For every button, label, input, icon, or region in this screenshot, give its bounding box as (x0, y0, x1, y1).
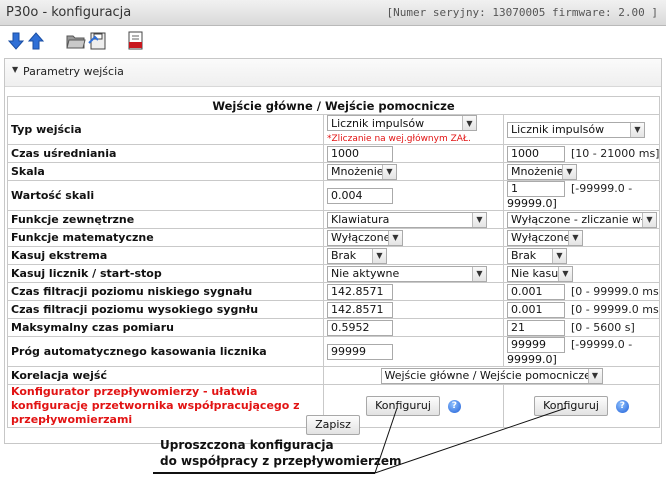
math-functions-main-select[interactable]: Wyłączone ▼ (327, 229, 403, 246)
threshold-main-input[interactable]: 99999 (327, 343, 393, 360)
annotation-underline (153, 472, 375, 474)
chevron-down-icon: ▼ (472, 212, 486, 227)
row-label: Funkcje matematyczne (7, 228, 324, 247)
configure-main-button[interactable]: Konfiguruj (366, 396, 440, 416)
high-filter-aux-input[interactable]: 0.001 (507, 301, 565, 318)
chevron-down-icon: ▼ (642, 212, 656, 227)
table-row: Maksymalny czas pomiaru 0.5952 21 [0 - 56… (7, 318, 661, 337)
row-label: Korelacja wejść (7, 366, 324, 385)
scale-main-select[interactable]: Mnożenie ▼ (327, 163, 397, 180)
save-button[interactable]: Zapisz (306, 415, 360, 435)
row-label: Typ wejścia (7, 114, 324, 145)
save-icon[interactable] (86, 29, 110, 53)
window-title: P30o - konfiguracja (6, 5, 132, 20)
clear-extrema-aux-select[interactable]: Brak ▼ (507, 247, 567, 264)
table-row: Kasuj licznik / start-stop Nie aktywne ▼ … (7, 264, 661, 283)
range-hint: [0 - 99999.0 ms] (571, 302, 660, 316)
annotation-text: Uproszczona konfiguracja do współpracy z… (160, 438, 402, 468)
table-row: Funkcje zewnętrzne Klawiatura ▼ Wyłączone… (7, 210, 661, 229)
serial-info: [Numer seryjny: 13070005 firmware: 2.00 … (386, 6, 658, 19)
chevron-down-icon: ▼ (558, 266, 572, 281)
averaging-time-aux-input[interactable]: 1000 (507, 145, 565, 162)
counting-note: *Zliczanie na wej.głównym ZAŁ. (327, 134, 471, 144)
scale-value-aux-input[interactable]: 1 (507, 181, 565, 197)
clear-counter-main-select[interactable]: Nie aktywne ▼ (327, 265, 487, 282)
correlation-select[interactable]: Wejście główne / Wejście pomocnicze ▼ (380, 367, 603, 384)
panel-title: Parametry wejścia (23, 65, 124, 78)
chevron-down-icon: ▼ (472, 266, 486, 281)
config-table: Wejście główne / Wejście pomocnicze Typ … (6, 96, 661, 428)
table-row: Czas uśredniania 1000 1000 [10 - 21000 ms… (7, 144, 661, 163)
threshold-aux-input[interactable]: 99999 (507, 337, 565, 353)
help-icon[interactable]: ? (615, 399, 629, 413)
averaging-time-main-input[interactable]: 1000 (327, 145, 393, 162)
high-filter-main-input[interactable]: 142.8571 (327, 301, 393, 318)
row-label: Wartość skali (7, 180, 324, 211)
external-functions-aux-select[interactable]: Wyłączone - zliczanie włą…▼ (507, 211, 657, 228)
clear-counter-aux-select[interactable]: Nie kasuj ▼ (507, 265, 573, 282)
collapse-triangle-icon[interactable]: ▼ (12, 65, 18, 74)
scale-value-main-input[interactable]: 0.004 (327, 187, 393, 204)
row-label: Kasuj licznik / start-stop (7, 264, 324, 283)
range-hint: [-99999.0 - (571, 338, 633, 351)
chevron-down-icon: ▼ (562, 164, 576, 179)
configure-aux-button[interactable]: Konfiguruj (534, 396, 608, 416)
low-filter-aux-input[interactable]: 0.001 (507, 283, 565, 300)
table-row: Próg automatycznego kasowania licznika 9… (7, 336, 661, 367)
row-label: Maksymalny czas pomiaru (7, 318, 324, 337)
range-hint: [-99999.0 - (571, 182, 633, 195)
external-functions-main-select[interactable]: Klawiatura ▼ (327, 211, 487, 228)
chevron-down-icon: ▼ (630, 122, 644, 137)
title-bar: P30o - konfiguracja [Numer seryjny: 1307… (0, 0, 666, 26)
table-row: Funkcje matematyczne Wyłączone ▼ Wyłączon… (7, 228, 661, 247)
row-label: Kasuj ekstrema (7, 246, 324, 265)
math-functions-aux-select[interactable]: Wyłączone ▼ (507, 229, 583, 246)
table-row: Skala Mnożenie ▼ Mnożenie ▼ (7, 162, 661, 181)
folder-open-icon[interactable] (64, 29, 88, 53)
table-row: Wartość skali 0.004 1 [-99999.0 - 99999.0] (7, 180, 661, 211)
chevron-down-icon: ▼ (388, 230, 402, 245)
range-hint-cont: 99999.0] (507, 197, 557, 210)
chevron-down-icon: ▼ (462, 116, 476, 130)
range-hint-cont: 99999.0] (507, 353, 557, 366)
row-label: Skala (7, 162, 324, 181)
max-time-aux-input[interactable]: 21 (507, 319, 565, 336)
row-label: Czas uśredniania (7, 144, 324, 163)
row-label: Próg automatycznego kasowania licznika (7, 336, 324, 367)
chevron-down-icon: ▼ (382, 164, 396, 179)
input-parameters-panel: ▼ Parametry wejścia Wejście główne / Wej… (4, 58, 662, 444)
help-icon[interactable]: ? (447, 399, 461, 413)
range-hint: [0 - 99999.0 ms] (571, 284, 660, 298)
chevron-down-icon: ▼ (587, 368, 602, 383)
toolbar (0, 27, 666, 57)
low-filter-main-input[interactable]: 142.8571 (327, 283, 393, 300)
save-row: Zapisz (5, 415, 661, 437)
chevron-down-icon: ▼ (372, 248, 386, 263)
range-hint: [0 - 5600 s] (571, 320, 635, 334)
table-row: Typ wejścia Licznik impulsów ▼ *Zliczanie… (7, 114, 661, 145)
table-row: Czas filtracji poziomu niskiego sygnału … (7, 282, 661, 301)
table-row: Korelacja wejść Wejście główne / Wejście… (7, 366, 661, 385)
table-header: Wejście główne / Wejście pomocnicze (6, 96, 661, 115)
row-label: Funkcje zewnętrzne (7, 210, 324, 229)
clear-extrema-main-select[interactable]: Brak ▼ (327, 247, 387, 264)
table-row: Kasuj ekstrema Brak ▼ Brak ▼ (7, 246, 661, 265)
arrow-up-icon[interactable] (24, 29, 48, 53)
panel-header[interactable]: ▼ Parametry wejścia (5, 59, 661, 87)
scale-aux-select[interactable]: Mnożenie ▼ (507, 163, 577, 180)
chevron-down-icon: ▼ (552, 248, 566, 263)
table-row: Czas filtracji poziomu wysokiego sygnłu … (7, 300, 661, 319)
max-time-main-input[interactable]: 0.5952 (327, 319, 393, 336)
range-hint: [10 - 21000 ms] (571, 146, 660, 160)
input-type-aux-select[interactable]: Licznik impulsów ▼ (507, 121, 645, 138)
row-label: Czas filtracji poziomu wysokiego sygnłu (7, 300, 324, 319)
input-type-main-select[interactable]: Licznik impulsów ▼ (327, 115, 477, 131)
row-label: Czas filtracji poziomu niskiego sygnału (7, 282, 324, 301)
pdf-icon[interactable] (124, 29, 148, 53)
chevron-down-icon: ▼ (568, 230, 582, 245)
